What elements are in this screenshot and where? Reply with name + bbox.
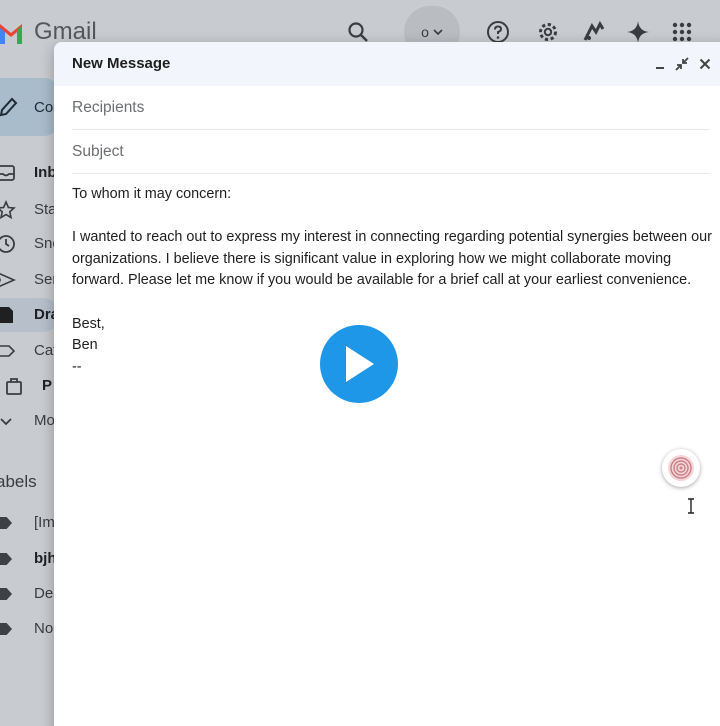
- sidebar-item-more[interactable]: Mo: [0, 405, 60, 437]
- body-signoff: Best,: [72, 315, 105, 332]
- clock-icon: [0, 235, 15, 253]
- label-tag-icon: [0, 553, 12, 565]
- gmail-logo-icon: [0, 24, 22, 44]
- video-play-button[interactable]: [320, 325, 398, 403]
- compose-window: New Message Recipients Subject To whom i…: [54, 42, 720, 726]
- minimize-icon[interactable]: [650, 54, 670, 74]
- text-cursor-icon: [688, 498, 694, 514]
- sidebar-item-purchases[interactable]: P: [0, 370, 60, 402]
- send-icon: [0, 273, 16, 287]
- inbox-icon: [0, 165, 15, 181]
- sidebar-item-snoozed[interactable]: Sno: [0, 228, 61, 260]
- subject-placeholder: Subject: [72, 143, 124, 160]
- sidebar-item-sent[interactable]: Ser: [0, 264, 60, 296]
- label-item[interactable]: [Im: [0, 509, 60, 537]
- compose-header: New Message: [54, 42, 720, 86]
- sidebar-item-label: Mo: [34, 412, 55, 429]
- chevron-down-icon: [433, 29, 443, 36]
- sidebar-item-drafts[interactable]: Dra: [0, 299, 60, 331]
- body-greeting: To whom it may concern:: [72, 186, 232, 202]
- bag-icon: [6, 378, 22, 395]
- label-tag-icon: [0, 588, 12, 600]
- compose-button[interactable]: Co: [0, 78, 60, 136]
- body-paragraph: I wanted to reach out to express my inte…: [72, 229, 712, 289]
- play-icon: [346, 346, 374, 382]
- fingerprint-button[interactable]: [662, 449, 700, 487]
- subject-field[interactable]: Subject: [72, 130, 710, 174]
- star-icon: [0, 200, 16, 220]
- close-icon[interactable]: [695, 54, 715, 74]
- label-tag-icon: [0, 623, 12, 635]
- pencil-icon: [0, 97, 18, 117]
- sidebar-item-categories[interactable]: Cat: [0, 335, 60, 367]
- label-item[interactable]: De: [0, 580, 60, 608]
- account-initial: o: [421, 24, 429, 40]
- label-item-text: [Im: [34, 514, 55, 531]
- compose-title: New Message: [72, 55, 171, 72]
- labels-heading: abels: [0, 472, 37, 491]
- label-item-text: No: [34, 620, 54, 637]
- chevron-down-icon: [0, 418, 12, 426]
- label-outline-icon: [0, 345, 16, 357]
- label-item[interactable]: bjh: [0, 545, 60, 573]
- recipients-field[interactable]: Recipients: [72, 86, 710, 130]
- exit-fullscreen-icon[interactable]: [672, 54, 692, 74]
- sidebar-item-inbox[interactable]: Inb: [0, 157, 60, 189]
- compose-label: Co: [34, 99, 54, 116]
- label-tag-icon: [0, 517, 12, 529]
- label-item[interactable]: No: [0, 615, 60, 643]
- fingerprint-icon: [668, 455, 694, 481]
- sidebar-item-starred[interactable]: Sta: [0, 194, 60, 226]
- sidebar-item-label: P: [42, 377, 53, 394]
- draft-icon: [0, 307, 13, 323]
- recipients-placeholder: Recipients: [72, 99, 145, 116]
- label-item-text: De: [34, 585, 54, 602]
